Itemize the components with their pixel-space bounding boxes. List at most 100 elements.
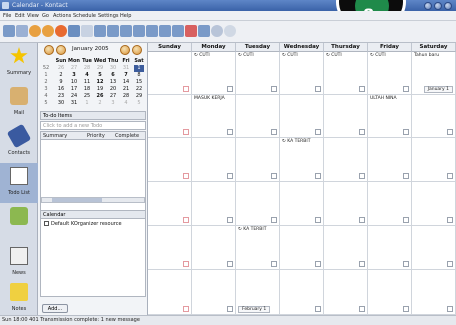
menu-actions[interactable]: Actions bbox=[53, 13, 71, 19]
day-cell[interactable] bbox=[148, 226, 192, 270]
day-cell[interactable] bbox=[368, 182, 412, 226]
prev-year-button[interactable] bbox=[44, 45, 54, 55]
menu-go[interactable]: Go bbox=[42, 13, 49, 19]
day-cell[interactable] bbox=[236, 182, 280, 226]
day-cell[interactable]: 5 bbox=[95, 72, 105, 79]
event-item[interactable]: MASUK KERJA bbox=[194, 96, 225, 101]
day-cell[interactable] bbox=[280, 95, 324, 138]
next-month-button[interactable] bbox=[120, 45, 130, 55]
day-cell[interactable]: ↻ CUTI bbox=[368, 52, 412, 95]
day-cell[interactable]: 15 bbox=[134, 79, 144, 86]
event-item[interactable]: ↻ CUTI bbox=[370, 53, 386, 58]
day-cell[interactable]: 16 bbox=[56, 86, 66, 93]
day-cell[interactable] bbox=[324, 138, 368, 182]
minimize-button[interactable] bbox=[424, 2, 432, 10]
day-cell[interactable]: 14 bbox=[121, 79, 131, 86]
day-cell[interactable]: 12 bbox=[95, 79, 105, 86]
day-cell[interactable]: 29 bbox=[134, 93, 144, 100]
day-cell[interactable]: 30 bbox=[108, 65, 118, 72]
day-cell[interactable] bbox=[236, 95, 280, 138]
scroll-thumb[interactable] bbox=[52, 198, 102, 202]
day-cell[interactable]: 18 bbox=[82, 86, 92, 93]
event-item[interactable]: ↻ CUTI bbox=[238, 53, 254, 58]
day-cell[interactable] bbox=[192, 270, 236, 315]
day-cell[interactable] bbox=[324, 95, 368, 138]
day-cell[interactable] bbox=[280, 226, 324, 270]
sidebar-item-calendar[interactable] bbox=[0, 203, 38, 243]
day-view-icon[interactable] bbox=[94, 25, 106, 37]
day-cell[interactable]: ↻ CUTI bbox=[324, 52, 368, 95]
day-cell[interactable]: ↻ KA TERBIT bbox=[236, 226, 280, 270]
day-cell[interactable]: 26 bbox=[56, 65, 66, 72]
day-cell[interactable] bbox=[324, 182, 368, 226]
sidebar-item-summary[interactable]: Summary bbox=[0, 43, 38, 83]
list-view-icon[interactable] bbox=[172, 25, 184, 37]
day-cell[interactable] bbox=[324, 226, 368, 270]
day-cell[interactable]: 25 bbox=[82, 93, 92, 100]
day-cell[interactable]: 20 bbox=[108, 86, 118, 93]
day-cell[interactable] bbox=[236, 138, 280, 182]
day-cell[interactable]: 28 bbox=[82, 65, 92, 72]
menu-edit[interactable]: Edit bbox=[15, 13, 25, 19]
day-cell[interactable]: ↻ KA TERBIT bbox=[280, 138, 324, 182]
day-cell[interactable]: 8 bbox=[134, 72, 144, 79]
day-cell[interactable] bbox=[412, 95, 456, 138]
day-cell[interactable]: 27 bbox=[108, 93, 118, 100]
day-cell[interactable]: Tahun baru January 1 bbox=[412, 52, 456, 95]
day-cell[interactable] bbox=[412, 138, 456, 182]
day-cell[interactable]: ULTAH NINA bbox=[368, 95, 412, 138]
maximize-button[interactable] bbox=[434, 2, 442, 10]
event-item[interactable]: ↻ KA TERBIT bbox=[282, 139, 310, 144]
calendar-resource-item[interactable]: Default KOrganizer resource bbox=[44, 221, 122, 227]
event-item[interactable]: ULTAH NINA bbox=[370, 96, 397, 101]
day-cell[interactable] bbox=[280, 182, 324, 226]
day-cell[interactable]: 11 bbox=[82, 79, 92, 86]
menu-view[interactable]: View bbox=[27, 13, 39, 19]
day-cell[interactable]: 17 bbox=[69, 86, 79, 93]
open-icon[interactable] bbox=[16, 25, 28, 37]
day-cell[interactable] bbox=[324, 270, 368, 315]
day-cell[interactable]: 19 bbox=[95, 86, 105, 93]
event-item[interactable]: Tahun baru bbox=[414, 53, 439, 58]
next-year-button[interactable] bbox=[132, 45, 142, 55]
column-summary[interactable]: Summary bbox=[43, 133, 67, 139]
work-week-icon[interactable] bbox=[107, 25, 119, 37]
month-label[interactable]: January 2005 bbox=[72, 46, 109, 52]
day-cell[interactable]: 2 bbox=[95, 100, 105, 107]
column-complete[interactable]: Complete bbox=[115, 133, 139, 139]
timeline-icon[interactable] bbox=[159, 25, 171, 37]
day-cell[interactable]: 31 bbox=[121, 65, 131, 72]
column-priority[interactable]: Priority bbox=[87, 133, 105, 139]
day-label-february[interactable]: February 1 bbox=[238, 306, 271, 313]
day-cell[interactable] bbox=[148, 95, 192, 138]
menu-settings[interactable]: Settings bbox=[98, 13, 119, 19]
back-icon[interactable] bbox=[29, 25, 41, 37]
day-cell[interactable]: ↻ CUTI bbox=[236, 52, 280, 95]
todo-quick-add-input[interactable]: Click to add a new Todo bbox=[40, 121, 146, 130]
day-cell[interactable]: 10 bbox=[69, 79, 79, 86]
event-item[interactable]: ↻ CUTI bbox=[326, 53, 342, 58]
sidebar-item-contacts[interactable]: Contacts bbox=[0, 123, 38, 163]
menu-help[interactable]: Help bbox=[120, 13, 131, 19]
day-label-january[interactable]: January 1 bbox=[423, 86, 453, 93]
day-cell[interactable]: 3 bbox=[69, 72, 79, 79]
day-cell[interactable] bbox=[148, 182, 192, 226]
event-item[interactable]: ↻ CUTI bbox=[194, 53, 210, 58]
day-cell[interactable] bbox=[148, 52, 192, 95]
prev-month-button[interactable] bbox=[56, 45, 66, 55]
zoom-icon[interactable] bbox=[211, 25, 223, 37]
day-cell[interactable]: 26 bbox=[95, 93, 105, 100]
day-cell[interactable]: 6 bbox=[108, 72, 118, 79]
day-cell[interactable] bbox=[192, 226, 236, 270]
day-cell[interactable]: 23 bbox=[56, 93, 66, 100]
day-cell[interactable] bbox=[412, 182, 456, 226]
day-cell[interactable]: 4 bbox=[82, 72, 92, 79]
day-cell[interactable]: February 1 bbox=[236, 270, 280, 315]
sidebar-item-notes[interactable]: Notes bbox=[0, 279, 38, 319]
day-cell[interactable]: 30 bbox=[56, 100, 66, 107]
event-item[interactable]: ↻ KA TERBIT bbox=[238, 227, 266, 232]
day-cell[interactable]: 2 bbox=[56, 72, 66, 79]
day-cell[interactable]: 24 bbox=[69, 93, 79, 100]
day-cell[interactable] bbox=[192, 138, 236, 182]
window-menu-icon[interactable] bbox=[2, 2, 9, 9]
